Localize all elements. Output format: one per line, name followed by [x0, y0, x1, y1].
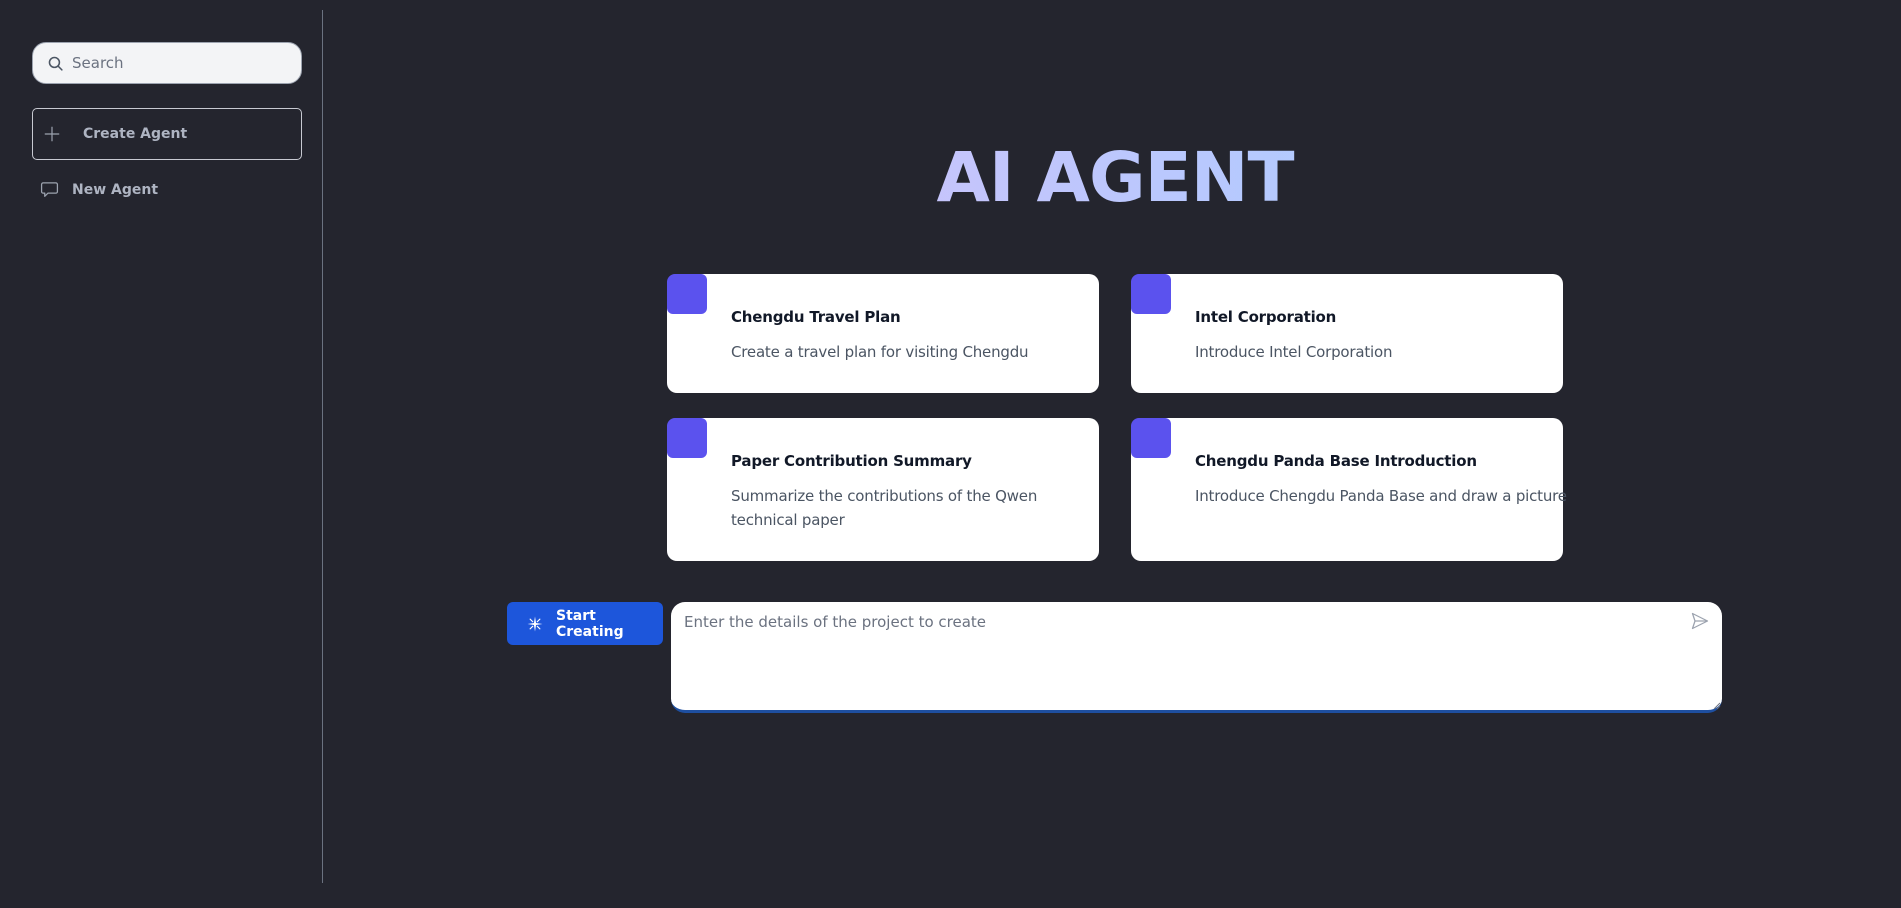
- create-agent-button[interactable]: Create Agent: [32, 108, 302, 160]
- app-root: Create Agent New Agent AI AGENT Chengdu …: [0, 0, 1901, 908]
- sidebar: Create Agent New Agent: [0, 0, 322, 908]
- create-agent-label: Create Agent: [83, 126, 188, 142]
- sparkle-icon: [527, 616, 543, 631]
- send-icon[interactable]: [1690, 611, 1710, 631]
- prompt-container: [671, 602, 1722, 713]
- card-description: Summarize the contributions of the Qwen …: [731, 487, 1038, 529]
- resize-handle[interactable]: [1713, 702, 1721, 710]
- card-description: Create a travel plan for visiting Chengd…: [731, 343, 1029, 361]
- card-title: Paper Contribution Summary: [731, 452, 972, 470]
- card-icon: [1131, 418, 1171, 458]
- prompt-input[interactable]: [671, 602, 1722, 710]
- page-title: AI AGENT: [900, 134, 1330, 222]
- sidebar-item-label: New Agent: [72, 182, 159, 198]
- card-icon: [667, 274, 707, 314]
- start-creating-label: Start Creating: [556, 607, 624, 640]
- plus-icon: [44, 126, 60, 142]
- card-description: Introduce Chengdu Panda Base and draw a …: [1195, 487, 1567, 505]
- search-icon: [48, 56, 63, 71]
- suggestion-card[interactable]: Intel Corporation Introduce Intel Corpor…: [1131, 274, 1563, 393]
- search-input[interactable]: [72, 54, 292, 72]
- suggestion-card[interactable]: Paper Contribution Summary Summarize the…: [667, 418, 1099, 561]
- card-icon: [667, 418, 707, 458]
- chat-bubble-icon: [40, 182, 59, 197]
- suggestion-card[interactable]: Chengdu Travel Plan Create a travel plan…: [667, 274, 1099, 393]
- card-title: Intel Corporation: [1195, 308, 1337, 326]
- search-box[interactable]: [32, 42, 302, 84]
- card-icon: [1131, 274, 1171, 314]
- card-title: Chengdu Panda Base Introduction: [1195, 452, 1477, 470]
- sidebar-item-new-agent[interactable]: New Agent: [40, 178, 158, 202]
- card-description: Introduce Intel Corporation: [1195, 343, 1393, 361]
- suggestion-card[interactable]: Chengdu Panda Base Introduction Introduc…: [1131, 418, 1567, 561]
- start-creating-button[interactable]: Start Creating: [507, 602, 663, 645]
- sidebar-divider: [322, 10, 323, 883]
- card-title: Chengdu Travel Plan: [731, 308, 901, 326]
